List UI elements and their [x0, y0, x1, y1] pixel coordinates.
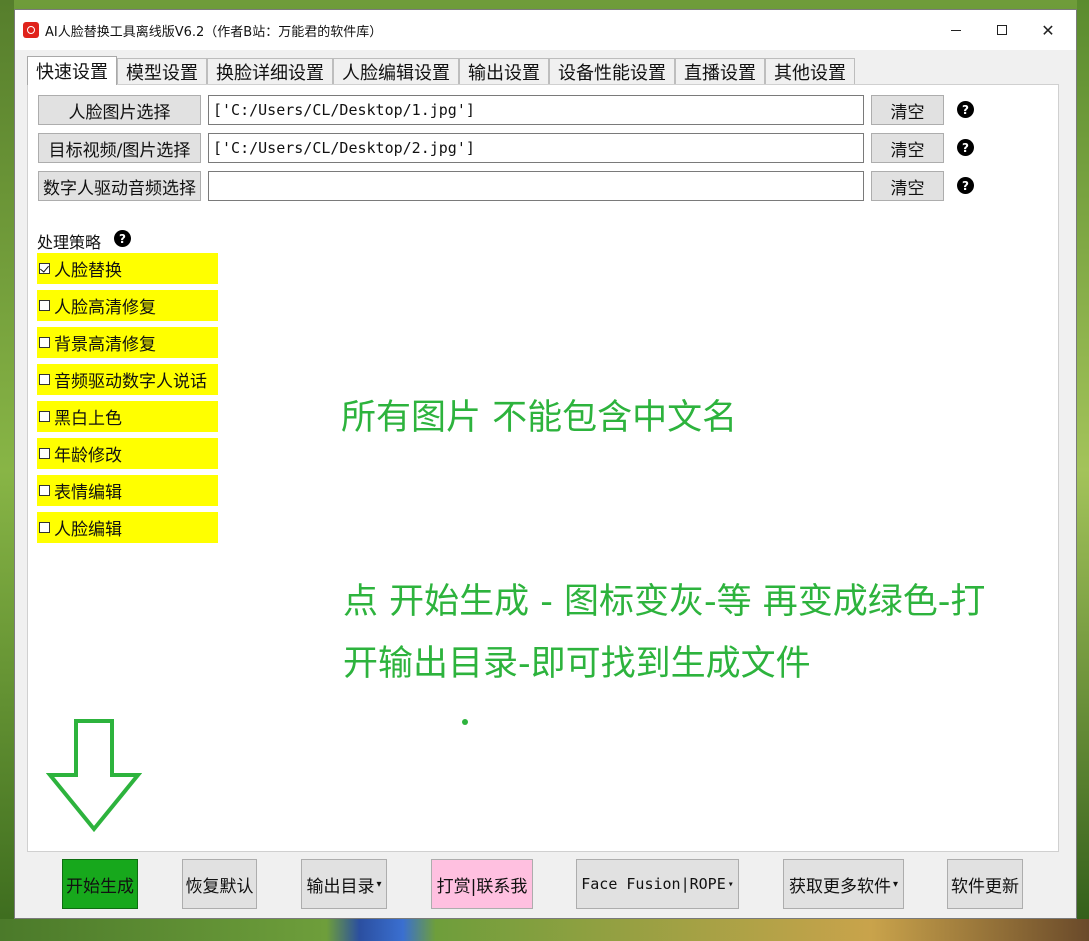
- target-media-path-field[interactable]: ['C:/Users/CL/Desktop/2.jpg']: [208, 133, 864, 163]
- tab-swap-detail-settings[interactable]: 换脸详细设置: [207, 58, 333, 84]
- option-colorize[interactable]: 黑白上色: [37, 401, 218, 432]
- driving-audio-select-button[interactable]: 数字人驱动音频选择: [38, 171, 201, 201]
- annotation-dot: [462, 719, 468, 725]
- close-button[interactable]: ✕: [1025, 10, 1071, 50]
- tab-device-performance-settings[interactable]: 设备性能设置: [549, 58, 675, 84]
- checkbox-icon[interactable]: [39, 411, 50, 422]
- checkbox-icon[interactable]: [39, 374, 50, 385]
- checkbox-icon[interactable]: [39, 522, 50, 533]
- engine-select-label: Face Fusion|ROPE: [581, 875, 726, 893]
- app-icon: [23, 22, 39, 38]
- maximize-button[interactable]: [979, 10, 1025, 50]
- window-title: AI人脸替换工具离线版V6.2（作者B站：万能君的软件库）: [45, 25, 383, 40]
- checkbox-icon[interactable]: [39, 337, 50, 348]
- start-generate-button[interactable]: 开始生成: [62, 859, 138, 909]
- option-face-restore[interactable]: 人脸高清修复: [37, 290, 218, 321]
- option-label: 背景高清修复: [54, 335, 156, 355]
- option-label: 年龄修改: [54, 446, 122, 466]
- chevron-down-icon: ▾: [376, 878, 382, 890]
- minimize-button[interactable]: [933, 10, 979, 50]
- option-label: 人脸编辑: [54, 520, 122, 540]
- tab-live-settings[interactable]: 直播设置: [675, 58, 765, 84]
- close-icon: ✕: [1041, 20, 1055, 40]
- target-media-select-button[interactable]: 目标视频/图片选择: [38, 133, 201, 163]
- help-icon[interactable]: ?: [957, 177, 974, 194]
- option-label: 人脸高清修复: [54, 298, 156, 318]
- title-bar: AI人脸替换工具离线版V6.2（作者B站：万能君的软件库） ✕: [15, 10, 1076, 50]
- checkbox-icon[interactable]: [39, 300, 50, 311]
- maximize-icon: [997, 25, 1007, 35]
- tab-quick-settings[interactable]: 快速设置: [27, 56, 117, 85]
- option-label: 表情编辑: [54, 483, 122, 503]
- option-face-edit[interactable]: 人脸编辑: [37, 512, 218, 543]
- option-expression-edit[interactable]: 表情编辑: [37, 475, 218, 506]
- reset-defaults-button[interactable]: 恢复默认: [182, 859, 257, 909]
- option-label: 人脸替换: [54, 261, 122, 281]
- face-image-select-button[interactable]: 人脸图片选择: [38, 95, 201, 125]
- annotation-note-2-line-2: 开输出目录-即可找到生成文件: [343, 644, 811, 684]
- app-window: AI人脸替换工具离线版V6.2（作者B站：万能君的软件库） ✕ 快速设置 模型设…: [14, 9, 1077, 919]
- checkbox-checked-icon[interactable]: [39, 263, 50, 274]
- face-image-clear-button[interactable]: 清空: [871, 95, 944, 125]
- down-arrow-icon: [46, 719, 142, 833]
- tab-model-settings[interactable]: 模型设置: [117, 58, 207, 84]
- output-directory-button[interactable]: 输出目录 ▾: [301, 859, 387, 909]
- software-update-button[interactable]: 软件更新: [947, 859, 1023, 909]
- desktop-background-right: [1077, 0, 1089, 941]
- tab-output-settings[interactable]: 输出设置: [459, 58, 549, 84]
- checkbox-icon[interactable]: [39, 485, 50, 496]
- option-label: 音频驱动数字人说话: [54, 372, 207, 392]
- option-label: 黑白上色: [54, 409, 122, 429]
- driving-audio-path-field[interactable]: [208, 171, 864, 201]
- option-background-restore[interactable]: 背景高清修复: [37, 327, 218, 358]
- driving-audio-clear-button[interactable]: 清空: [871, 171, 944, 201]
- more-software-button[interactable]: 获取更多软件 ▾: [783, 859, 904, 909]
- help-icon[interactable]: ?: [957, 139, 974, 156]
- annotation-note-1: 所有图片 不能包含中文名: [341, 398, 738, 438]
- option-audio-driven-avatar[interactable]: 音频驱动数字人说话: [37, 364, 218, 395]
- face-image-path-field[interactable]: ['C:/Users/CL/Desktop/1.jpg']: [208, 95, 864, 125]
- chevron-down-icon: ▾: [892, 878, 899, 890]
- checkbox-icon[interactable]: [39, 448, 50, 459]
- help-icon[interactable]: ?: [957, 101, 974, 118]
- chevron-down-icon: ▾: [727, 878, 734, 890]
- desktop-background-left: [0, 0, 14, 941]
- option-face-swap[interactable]: 人脸替换: [37, 253, 218, 284]
- tab-other-settings[interactable]: 其他设置: [765, 58, 855, 84]
- quick-settings-panel: 人脸图片选择 ['C:/Users/CL/Desktop/1.jpg'] 清空 …: [27, 84, 1059, 852]
- more-software-label: 获取更多软件: [788, 876, 891, 897]
- help-icon[interactable]: ?: [114, 230, 131, 247]
- output-directory-label: 输出目录: [306, 876, 375, 897]
- strategy-label: 处理策略: [37, 233, 102, 252]
- target-media-clear-button[interactable]: 清空: [871, 133, 944, 163]
- option-age-edit[interactable]: 年龄修改: [37, 438, 218, 469]
- annotation-note-2-line-1: 点 开始生成 - 图标变灰-等 再变成绿色-打: [343, 582, 986, 622]
- engine-select-button[interactable]: Face Fusion|ROPE ▾: [576, 859, 739, 909]
- tab-bar: 快速设置 模型设置 换脸详细设置 人脸编辑设置 输出设置 设备性能设置 直播设置…: [27, 56, 855, 85]
- tab-face-edit-settings[interactable]: 人脸编辑设置: [333, 58, 459, 84]
- desktop-background-bottom: [0, 919, 1089, 941]
- donate-contact-button[interactable]: 打赏|联系我: [431, 859, 533, 909]
- minimize-icon: [951, 29, 961, 31]
